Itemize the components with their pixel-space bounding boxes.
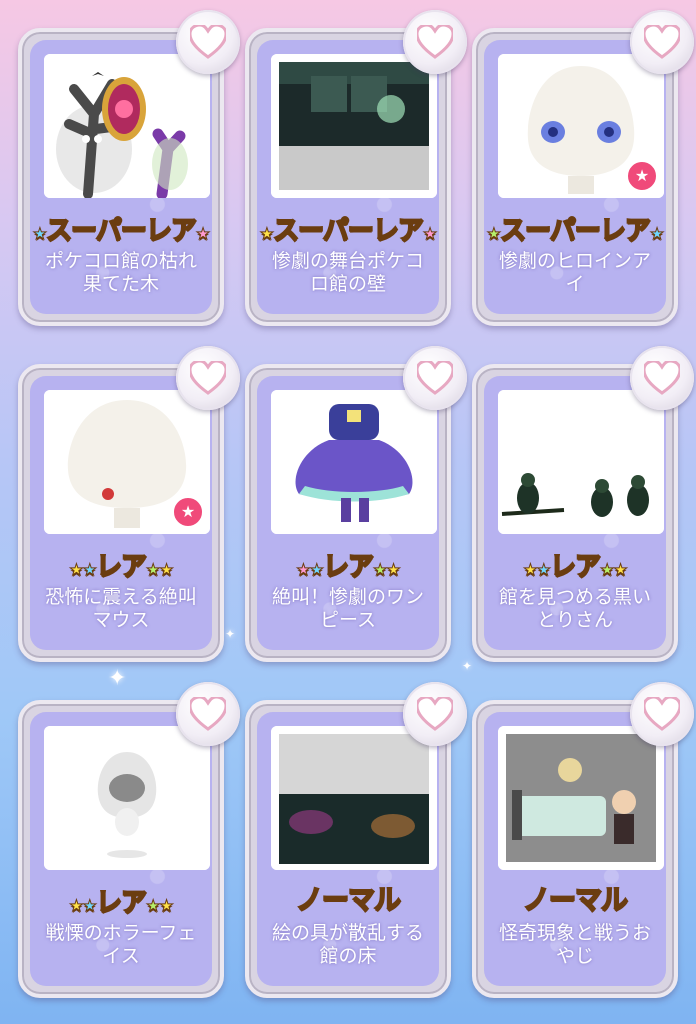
heart-icon — [190, 25, 226, 59]
item-thumbnail — [271, 54, 437, 198]
heart-icon — [417, 697, 453, 731]
favorite-button[interactable] — [630, 682, 694, 746]
item-card-8[interactable]: ノーマル 絵の具が散乱する館の床 — [245, 682, 467, 998]
card-body: ★ ★スーパーレア★ 惨劇のヒロインアイ — [484, 40, 666, 314]
item-card-4[interactable]: ★ ★★レア★★ 恐怖に震える絶叫マウス — [18, 346, 240, 662]
sparkle-decoration: ✦ — [462, 659, 473, 673]
sparkle-decoration: ✦ — [225, 627, 236, 641]
item-card-7[interactable]: ★★レア★★ 戦慄のホラーフェイス — [18, 682, 240, 998]
item-thumbnail — [271, 390, 437, 534]
favorite-button[interactable] — [403, 10, 467, 74]
card-body: ノーマル 怪奇現象と戦うおやじ — [484, 712, 666, 986]
sparkle-decoration: ✦ — [108, 666, 127, 691]
item-thumbnail — [44, 54, 210, 198]
item-name: 恐怖に震える絶叫マウス — [45, 586, 197, 631]
item-name: 戦慄のホラーフェイス — [45, 922, 197, 967]
heart-icon — [417, 25, 453, 59]
heart-icon — [417, 361, 453, 395]
rarity-label: ノーマル — [522, 884, 629, 917]
item-name: 怪奇現象と戦うおやじ — [498, 922, 651, 967]
star-badge-icon: ★ — [172, 496, 204, 528]
item-name: 絶叫！惨劇のワンピース — [271, 586, 424, 631]
heart-icon — [644, 361, 680, 395]
card-body: ★スーパーレア★ ポケコロ館の枯れ果てた木 — [30, 40, 212, 314]
item-card-1[interactable]: ★スーパーレア★ ポケコロ館の枯れ果てた木 — [18, 10, 240, 326]
card-body: ノーマル 絵の具が散乱する館の床 — [257, 712, 439, 986]
rarity-label: ★★レア★★ — [69, 551, 174, 583]
favorite-button[interactable] — [176, 346, 240, 410]
item-thumbnail — [44, 726, 210, 870]
card-body: ★★レア★★ 館を見つめる黒いとりさん — [484, 376, 666, 650]
rarity-label: ★スーパーレア★ — [486, 215, 664, 247]
item-card-6[interactable]: ★★レア★★ 館を見つめる黒いとりさん — [472, 346, 694, 662]
rarity-label: ノーマル — [295, 884, 402, 917]
star-badge-icon: ★ — [626, 160, 658, 192]
card-body: ★スーパーレア★ 惨劇の舞台ポケコロ館の壁 — [257, 40, 439, 314]
item-card-5[interactable]: ★★レア★★ 絶叫！惨劇のワンピース — [245, 346, 467, 662]
item-name: ポケコロ館の枯れ果てた木 — [44, 250, 197, 295]
favorite-button[interactable] — [630, 10, 694, 74]
rarity-label: ★★レア★★ — [296, 551, 401, 583]
item-card-2[interactable]: ★スーパーレア★ 惨劇の舞台ポケコロ館の壁 — [245, 10, 467, 326]
item-thumbnail — [498, 726, 664, 870]
favorite-button[interactable] — [403, 682, 467, 746]
card-body: ★★レア★★ 絶叫！惨劇のワンピース — [257, 376, 439, 650]
favorite-button[interactable] — [403, 346, 467, 410]
rarity-label: ★★レア★★ — [523, 551, 628, 583]
heart-icon — [190, 697, 226, 731]
item-name: 絵の具が散乱する館の床 — [271, 922, 424, 967]
card-body: ★ ★★レア★★ 恐怖に震える絶叫マウス — [30, 376, 212, 650]
item-card-3[interactable]: ★ ★スーパーレア★ 惨劇のヒロインアイ — [472, 10, 694, 326]
item-card-9[interactable]: ノーマル 怪奇現象と戦うおやじ — [472, 682, 694, 998]
item-name: 惨劇のヒロインアイ — [498, 250, 651, 295]
favorite-button[interactable] — [176, 682, 240, 746]
rarity-label: ★スーパーレア★ — [32, 215, 210, 247]
favorite-button[interactable] — [630, 346, 694, 410]
rarity-label: ★★レア★★ — [69, 887, 174, 919]
item-name: 惨劇の舞台ポケコロ館の壁 — [271, 250, 424, 295]
favorite-button[interactable] — [176, 10, 240, 74]
rarity-label: ★スーパーレア★ — [259, 215, 437, 247]
item-name: 館を見つめる黒いとりさん — [498, 586, 651, 631]
item-thumbnail — [498, 390, 664, 534]
heart-icon — [644, 697, 680, 731]
heart-icon — [644, 25, 680, 59]
item-thumbnail: ★ — [44, 390, 210, 534]
item-thumbnail: ★ — [498, 54, 664, 198]
item-thumbnail — [271, 726, 437, 870]
heart-icon — [190, 361, 226, 395]
card-body: ★★レア★★ 戦慄のホラーフェイス — [30, 712, 212, 986]
